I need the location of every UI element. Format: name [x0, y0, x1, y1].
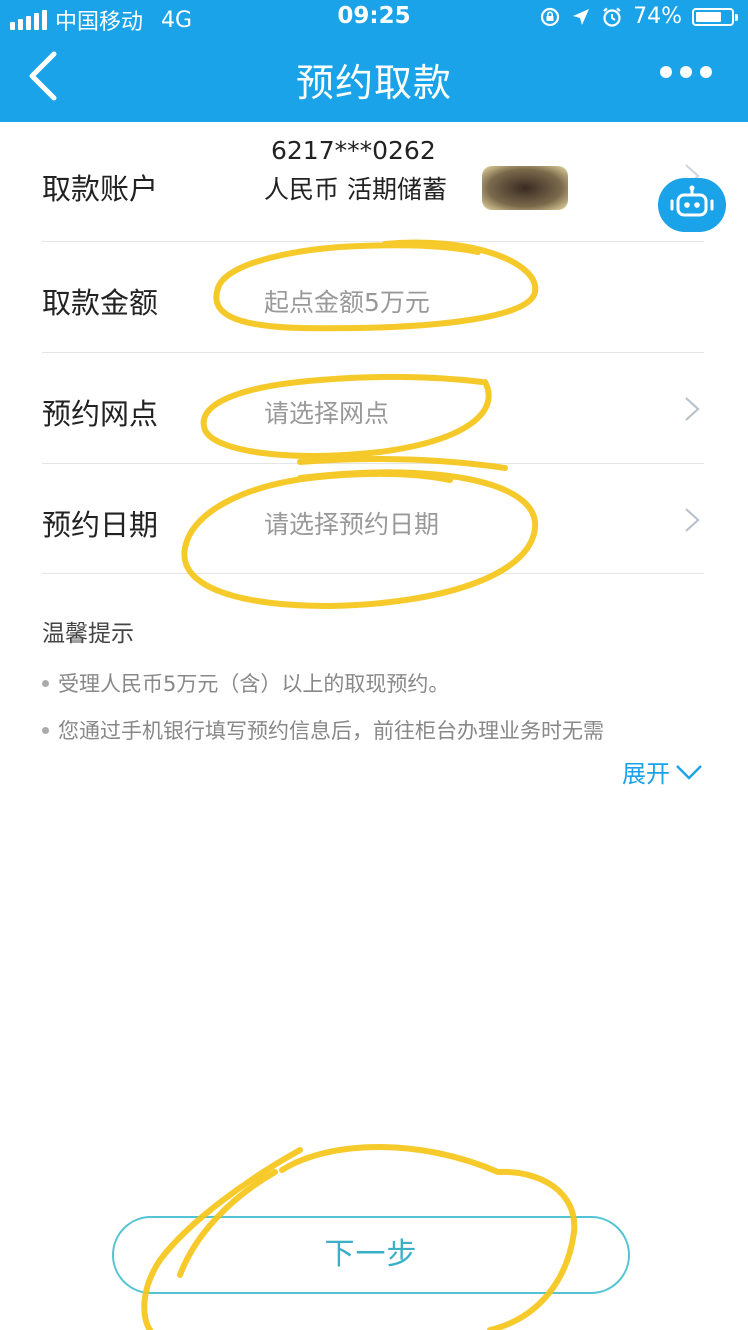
- status-bar: 中国移动 4G 09:25 74%: [0, 0, 748, 35]
- page-title: 预约取款: [295, 61, 452, 105]
- rotation-lock-icon: [540, 7, 560, 26]
- branch-label: 预约网点: [42, 397, 159, 431]
- tip-item: 您通过手机银行填写预约信息后，前往柜台办理业务时无需: [42, 715, 604, 745]
- account-type: 人民币 活期储蓄: [264, 175, 447, 204]
- branch-select[interactable]: 请选择网点: [264, 394, 389, 430]
- battery-percent: 74%: [633, 4, 682, 29]
- redacted-account-name: [482, 166, 568, 210]
- amount-row: 取款金额 起点金额5万元: [42, 242, 704, 353]
- date-select[interactable]: 请选择预约日期: [264, 505, 439, 541]
- more-dots-icon: [660, 66, 672, 78]
- account-label: 取款账户: [42, 172, 159, 206]
- alarm-clock-icon: [603, 7, 621, 27]
- robot-assistant-button[interactable]: [658, 178, 726, 232]
- expand-tips-button[interactable]: 展开: [622, 754, 704, 789]
- date-row[interactable]: 预约日期 请选择预约日期: [42, 464, 704, 574]
- account-number: 6217***0262: [271, 136, 436, 165]
- account-row[interactable]: 取款账户 6217***0262 人民币 活期储蓄: [42, 122, 704, 242]
- chevron-down-icon: [676, 764, 702, 780]
- tip-item: 受理人民币5万元（含）以上的取现预约。: [42, 668, 449, 698]
- location-arrow-icon: [573, 8, 590, 25]
- battery-icon: [692, 7, 738, 26]
- tip-text: 受理人民币5万元（含）以上的取现预约。: [58, 672, 450, 696]
- amount-label: 取款金额: [42, 286, 159, 320]
- tip-text: 您通过手机银行填写预约信息后，前往柜台办理业务时无需: [58, 719, 604, 743]
- tips-title: 温馨提示: [42, 621, 134, 647]
- chevron-right-icon: [685, 508, 700, 532]
- robot-icon: [670, 185, 714, 217]
- branch-row[interactable]: 预约网点 请选择网点: [42, 353, 704, 464]
- battery-fill: [696, 11, 722, 22]
- next-step-button[interactable]: 下一步: [112, 1216, 630, 1294]
- status-right: 74%: [539, 4, 738, 29]
- expand-label: 展开: [622, 760, 670, 788]
- amount-input[interactable]: 起点金额5万元: [264, 283, 564, 319]
- date-label: 预约日期: [42, 508, 159, 542]
- chevron-right-icon: [685, 397, 700, 421]
- app-header: 中国移动 4G 09:25 74% 预约取款: [0, 0, 748, 122]
- more-menu-button[interactable]: [660, 66, 712, 78]
